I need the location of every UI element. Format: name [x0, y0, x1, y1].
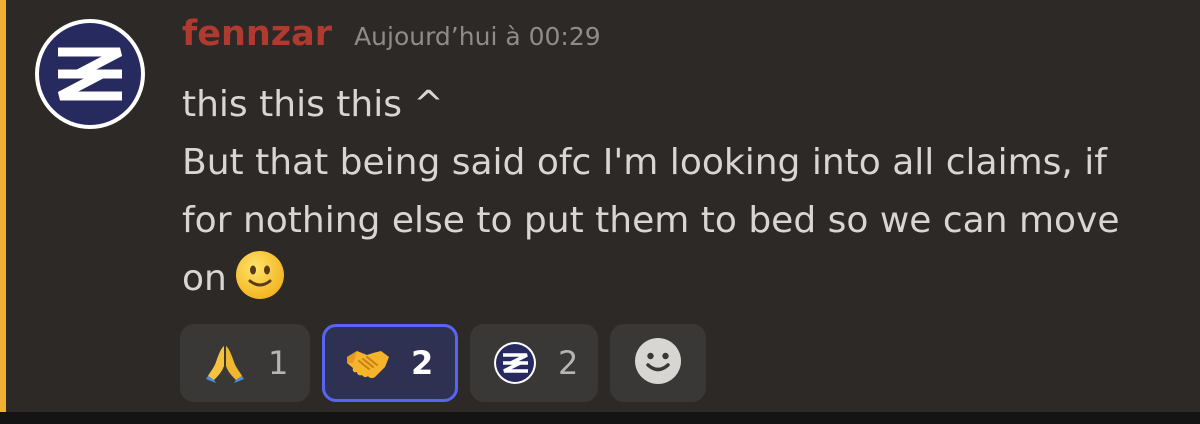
message-timestamp: Aujourd’hui à 00:29	[354, 22, 601, 51]
bottom-divider	[0, 412, 1200, 424]
reaction-count: 2	[411, 344, 434, 382]
chat-message-view: fennzar Aujourd’hui à 00:29 this this th…	[0, 0, 1200, 424]
reaction-count: 1	[268, 344, 289, 382]
folded-hands-icon	[202, 340, 248, 386]
handshake-icon	[345, 340, 391, 386]
add-reaction-button[interactable]	[610, 324, 706, 402]
author-username[interactable]: fennzar	[182, 14, 332, 54]
message-content: this this this ^ But that being said ofc…	[182, 76, 1182, 308]
add-reaction-smiley-icon	[633, 336, 683, 390]
reaction-folded-hands[interactable]: 1	[180, 324, 310, 402]
slightly-smiling-face-icon	[235, 250, 285, 300]
message-line-last: on	[182, 250, 1182, 308]
message-line: But that being said ofc I'm looking into…	[182, 142, 1107, 183]
reaction-zephyr[interactable]: 2	[470, 324, 598, 402]
reaction-handshake[interactable]: 2	[322, 324, 458, 402]
mention-highlight-bar	[0, 0, 6, 412]
message-header: fennzar Aujourd’hui à 00:29	[182, 14, 601, 64]
message-line: for nothing else to put them to bed so w…	[182, 200, 1120, 241]
author-avatar[interactable]	[34, 18, 146, 130]
reaction-count: 2	[558, 344, 579, 382]
zephyr-logo-icon	[492, 340, 538, 386]
zephyr-logo-icon	[35, 19, 145, 129]
reactions-bar: 1 2 2	[180, 324, 706, 404]
message-line: this this this ^	[182, 84, 444, 125]
message-line-text: on	[182, 258, 227, 299]
